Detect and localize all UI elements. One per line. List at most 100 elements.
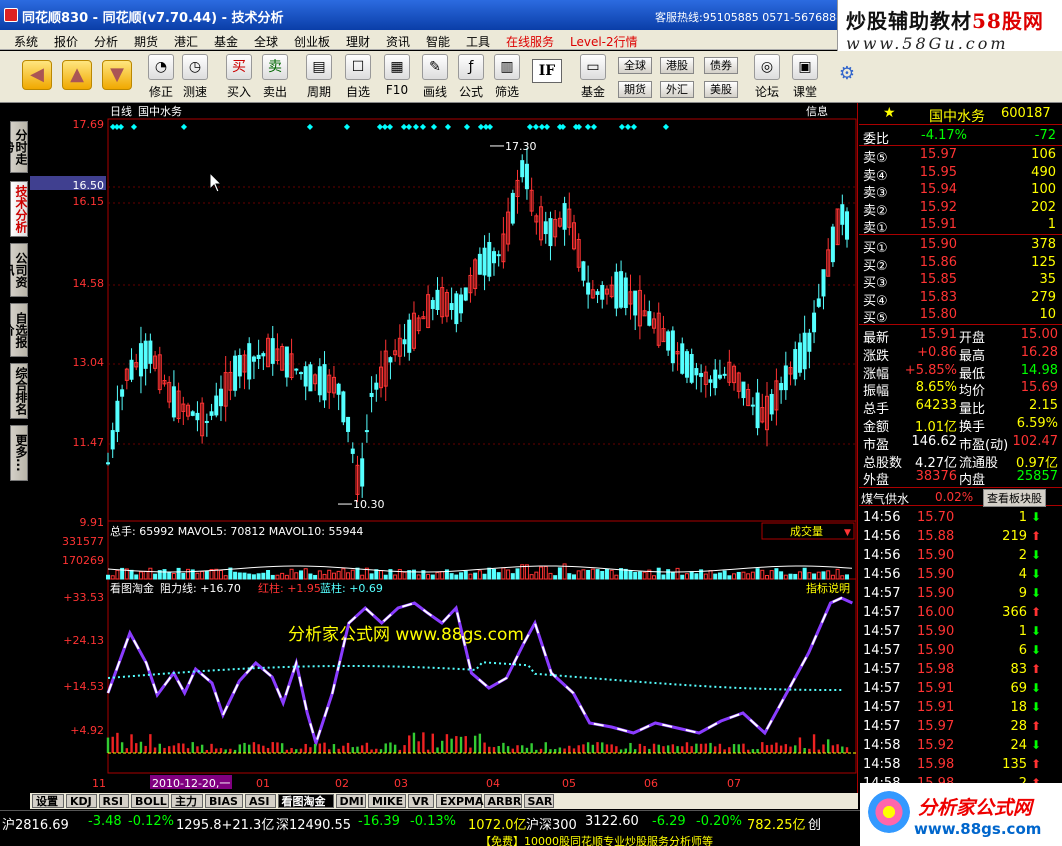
chart-area[interactable]: 日线 国中水务 信息 17.69 16.50 16.15 14.58 13.04 11.47 9.… <box>30 103 858 793</box>
volume-bar <box>463 570 468 580</box>
indicator-help-link[interactable]: 指标说明 <box>806 581 850 595</box>
side-tab-5[interactable]: 更多... <box>10 425 28 481</box>
toolbar-label: 测速 <box>182 85 207 99</box>
menu-item-2[interactable]: 分析 <box>94 33 118 50</box>
ask-row[interactable]: 卖① 15.91 1 <box>859 216 1062 236</box>
menu-item-10[interactable]: 智能 <box>426 33 450 50</box>
histogram-bar <box>215 748 218 753</box>
left-edge <box>0 103 8 793</box>
indicator-tab-12[interactable]: ARBR <box>483 794 522 808</box>
indicator-tab-13[interactable]: SAR <box>523 794 554 808</box>
indicator-tab-8[interactable]: DMI <box>335 794 366 808</box>
toolbar-button-2[interactable]: 买买入 <box>222 54 256 100</box>
histogram-bar <box>342 745 345 753</box>
candle-body <box>303 366 308 387</box>
bid-row[interactable]: 买② 15.86 125 <box>859 254 1062 274</box>
menu-item-11[interactable]: 工具 <box>466 33 490 50</box>
volume-bar <box>510 573 515 580</box>
toolbar-button-4[interactable]: ▤ 周期 <box>302 54 336 100</box>
bid-row[interactable]: 买③ 15.85 35 <box>859 271 1062 291</box>
market-button-5[interactable]: 美股 <box>704 81 738 98</box>
menu-item-13[interactable]: Level-2行情 <box>570 33 638 50</box>
menu-item-5[interactable]: 基金 <box>214 33 238 50</box>
indicator-tab-5[interactable]: BIAS <box>205 794 243 808</box>
menu-item-4[interactable]: 港汇 <box>174 33 198 50</box>
menu-item-8[interactable]: 理财 <box>346 33 370 50</box>
side-tab-2[interactable]: 公司资讯 <box>1 243 28 297</box>
menu-item-12[interactable]: 在线服务 <box>506 33 554 50</box>
arrow-up-icon: ⬆ <box>1031 719 1042 734</box>
toolbar-button-1[interactable]: ◷ 测速 <box>178 54 212 100</box>
volume-bar <box>251 574 256 580</box>
candle-body <box>717 374 722 379</box>
market-button-0[interactable]: 全球 <box>618 57 652 74</box>
ask-row[interactable]: 卖④ 15.95 490 <box>859 164 1062 184</box>
news-ticker[interactable]: 【免费】10000股同花顺专业炒股服务分析师等 <box>480 833 713 846</box>
volume-bar <box>110 575 115 580</box>
if-futures-icon[interactable]: IF <box>532 59 566 105</box>
side-tab-3[interactable]: 自选报价 <box>1 303 28 357</box>
side-tab-1[interactable]: 技术分析 <box>10 181 28 237</box>
ask-row[interactable]: 卖③ 15.94 100 <box>859 181 1062 201</box>
indicator-tab-2[interactable]: RSI <box>98 794 129 808</box>
toolbar-button-10[interactable]: ▭ 基金 <box>576 54 610 100</box>
indicator-tab-4[interactable]: 主力 <box>171 794 203 808</box>
menu-item-7[interactable]: 创业板 <box>294 33 330 50</box>
indicator-tab-3[interactable]: BOLL <box>131 794 169 808</box>
volume-bar <box>637 571 642 580</box>
back-arrow-icon[interactable]: ◀ <box>22 60 52 90</box>
toolbar-button-7[interactable]: ✎ 画线 <box>418 54 452 100</box>
bid-row[interactable]: 买④ 15.83 279 <box>859 289 1062 309</box>
bid-row[interactable]: 买① 15.90 378 <box>859 236 1062 256</box>
menu-item-6[interactable]: 全球 <box>254 33 278 50</box>
market-button-1[interactable]: 港股 <box>660 57 694 74</box>
candle-body <box>708 379 713 383</box>
side-tab-4[interactable]: 综合排名 <box>10 363 28 419</box>
up-arrow-icon[interactable]: ▲ <box>62 60 92 90</box>
sector-name[interactable]: 煤气供水 <box>861 490 909 507</box>
menu-item-9[interactable]: 资讯 <box>386 33 410 50</box>
indicator-tab-1[interactable]: KDJ <box>66 794 97 808</box>
indicator-tab-6[interactable]: ASI <box>245 794 276 808</box>
indicator-tab-0[interactable]: 设置 <box>32 794 64 808</box>
bid-row[interactable]: 买⑤ 15.80 10 <box>859 306 1062 326</box>
indicator-tab-7[interactable]: 看图淘金 <box>277 794 334 808</box>
menu-item-1[interactable]: 报价 <box>54 33 78 50</box>
market-button-2[interactable]: 债券 <box>704 57 738 74</box>
candle-body <box>110 430 115 450</box>
indicator-tab-10[interactable]: VR <box>408 794 434 808</box>
menu-item-0[interactable]: 系统 <box>14 33 38 50</box>
toolbar-button-9[interactable]: ▥ 筛选 <box>490 54 524 100</box>
side-tab-0[interactable]: 分时走势 <box>1 121 28 173</box>
chart-canvas[interactable]: 日线 国中水务 信息 17.69 16.50 16.15 14.58 13.04 11.47 9.… <box>30 103 858 793</box>
volume-bar <box>708 570 713 580</box>
histogram-bar <box>252 742 256 753</box>
histogram-bar <box>167 746 171 753</box>
volume-bar <box>482 573 487 580</box>
toolbar-button-8[interactable]: ƒ 公式 <box>454 54 488 100</box>
view-sector-button[interactable]: 查看板块股 <box>983 489 1046 508</box>
info-button[interactable]: 信息 <box>806 104 828 118</box>
tick-row: 14:57 15.90 6 ⬇ <box>859 642 1062 661</box>
indicator-tab-9[interactable]: MIKE <box>368 794 406 808</box>
hs300-amount: 782.25亿 <box>747 818 806 833</box>
volume-bar <box>572 574 577 580</box>
market-button-3[interactable]: 期货 <box>618 81 652 98</box>
market-button-4[interactable]: 外汇 <box>660 81 694 98</box>
toolbar-button-6[interactable]: ▦ F10 <box>380 54 414 100</box>
down-arrow-icon[interactable]: ▼ <box>102 60 132 90</box>
hs300-change: -6.29 <box>652 814 686 829</box>
star-icon[interactable]: ★ <box>883 105 896 121</box>
ask-row[interactable]: 卖② 15.92 202 <box>859 199 1062 219</box>
toolbar-button-3[interactable]: 卖卖出 <box>258 54 292 100</box>
toolbar-button-5[interactable]: ☐ 自选 <box>341 54 375 100</box>
menu-item-3[interactable]: 期货 <box>134 33 158 50</box>
histogram-bar <box>431 733 434 753</box>
indicator-tab-11[interactable]: EXPMA <box>436 794 484 808</box>
toolbar-button-0[interactable]: ◔ 修正 <box>144 54 178 100</box>
toolbar-button-12[interactable]: ▣ 课堂 <box>788 54 822 100</box>
volume-bar <box>430 574 435 580</box>
ask-row[interactable]: 卖⑤ 15.97 106 <box>859 146 1062 166</box>
toolbar-button-11[interactable]: ◎ 论坛 <box>750 54 784 100</box>
volume-bar <box>722 570 727 580</box>
